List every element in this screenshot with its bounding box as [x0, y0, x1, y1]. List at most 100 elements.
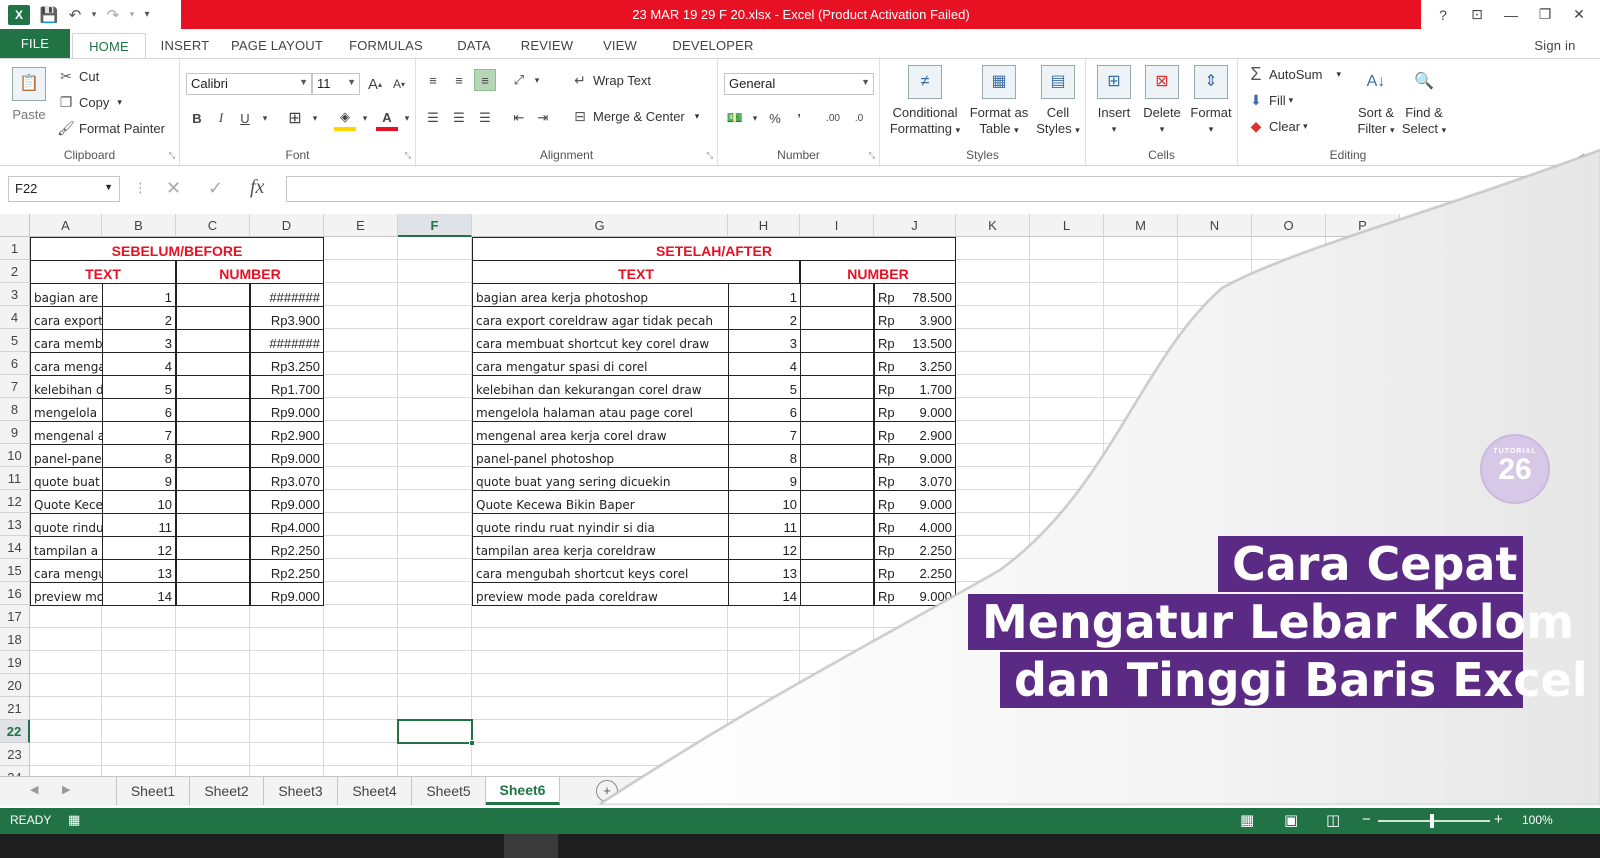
- before-number-cell[interactable]: 4: [102, 352, 176, 376]
- sheet-tab-sheet3[interactable]: Sheet3: [264, 777, 338, 805]
- bold-button[interactable]: B: [186, 107, 208, 129]
- after-blank-cell[interactable]: [800, 582, 874, 606]
- tab-review[interactable]: REVIEW: [512, 33, 582, 58]
- before-number-cell[interactable]: 13: [102, 559, 176, 583]
- select-all-corner[interactable]: [0, 214, 30, 237]
- help-button[interactable]: ?: [1426, 0, 1460, 29]
- insert-function-icon[interactable]: fx: [250, 176, 264, 199]
- after-text-cell[interactable]: tampilan area kerja coreldraw: [472, 536, 729, 560]
- after-text-cell[interactable]: kelebihan dan kekurangan corel draw: [472, 375, 729, 399]
- merge-dropdown-icon[interactable]: ▾: [695, 111, 700, 122]
- after-number-cell[interactable]: 6: [728, 398, 801, 422]
- column-header-b[interactable]: B: [102, 214, 176, 237]
- after-amount-cell[interactable]: Rp 9.000: [874, 490, 956, 514]
- tab-home[interactable]: HOME: [72, 33, 146, 58]
- selected-cell-f22[interactable]: [397, 719, 473, 744]
- before-blank-cell[interactable]: [176, 559, 250, 583]
- before-blank-cell[interactable]: [176, 467, 250, 491]
- after-title[interactable]: SETELAH/AFTER: [472, 237, 956, 261]
- customize-qat-icon[interactable]: ▾: [138, 2, 156, 28]
- after-number-cell[interactable]: 7: [728, 421, 801, 445]
- after-blank-cell[interactable]: [800, 283, 874, 307]
- before-number-cell[interactable]: 12: [102, 536, 176, 560]
- before-number-cell[interactable]: 5: [102, 375, 176, 399]
- after-amount-cell[interactable]: Rp 9.000: [874, 398, 956, 422]
- collapse-ribbon-icon[interactable]: ︿: [1578, 145, 1589, 161]
- borders-icon[interactable]: ⊞: [284, 107, 306, 129]
- after-amount-cell[interactable]: Rp 78.500: [874, 283, 956, 307]
- align-middle-icon[interactable]: ≡: [448, 69, 470, 91]
- underline-button[interactable]: U: [234, 107, 256, 129]
- after-blank-cell[interactable]: [800, 329, 874, 353]
- format-as-table-button[interactable]: ▦ Format as Table ▾: [966, 65, 1032, 138]
- before-blank-cell[interactable]: [176, 582, 250, 606]
- after-amount-cell[interactable]: Rp 2.900: [874, 421, 956, 445]
- minimize-button[interactable]: —: [1494, 0, 1528, 29]
- formula-input[interactable]: [286, 176, 1576, 202]
- before-number-cell[interactable]: 9: [102, 467, 176, 491]
- dialog-launcher-icon[interactable]: ⤡: [405, 151, 411, 161]
- decrease-indent-icon[interactable]: ⇤: [508, 107, 530, 129]
- after-amount-cell[interactable]: Rp 3.900: [874, 306, 956, 330]
- undo-dropdown-icon[interactable]: ▾: [88, 2, 100, 28]
- column-header-f[interactable]: F: [398, 214, 472, 237]
- before-number-cell[interactable]: 14: [102, 582, 176, 606]
- before-text-cell[interactable]: cara menga: [30, 352, 103, 376]
- macro-record-icon[interactable]: ▦: [68, 812, 80, 828]
- sheet-tab-sheet4[interactable]: Sheet4: [338, 777, 412, 805]
- column-header-h[interactable]: H: [728, 214, 800, 237]
- before-blank-cell[interactable]: [176, 513, 250, 537]
- font-color-dropdown-icon[interactable]: ▾: [396, 107, 418, 129]
- after-blank-cell[interactable]: [800, 559, 874, 583]
- row-header-23[interactable]: 23: [0, 743, 30, 766]
- row-header-2[interactable]: 2: [0, 260, 30, 283]
- before-amount-cell[interactable]: Rp2.900: [250, 421, 324, 445]
- row-header-22[interactable]: 22: [0, 720, 30, 743]
- before-blank-cell[interactable]: [176, 283, 250, 307]
- column-header-d[interactable]: D: [250, 214, 324, 237]
- after-number-cell[interactable]: 1: [728, 283, 801, 307]
- delete-cells-button[interactable]: ⊠ Delete ▾: [1138, 65, 1186, 137]
- after-amount-cell[interactable]: Rp 2.250: [874, 536, 956, 560]
- tab-developer[interactable]: DEVELOPER: [660, 33, 766, 58]
- borders-dropdown-icon[interactable]: ▾: [304, 107, 326, 129]
- before-text-cell[interactable]: cara memb: [30, 329, 103, 353]
- merge-center-button[interactable]: ⊟ Merge & Center ▾: [570, 107, 699, 125]
- zoom-out-button[interactable]: −: [1362, 811, 1371, 828]
- after-blank-cell[interactable]: [800, 352, 874, 376]
- before-text-cell[interactable]: mengelola: [30, 398, 103, 422]
- page-layout-view-icon[interactable]: ▣: [1284, 811, 1298, 829]
- column-header-j[interactable]: J: [874, 214, 956, 237]
- after-amount-cell[interactable]: Rp 3.070: [874, 467, 956, 491]
- comma-style-button[interactable]: ’: [788, 107, 810, 129]
- column-header-i[interactable]: I: [800, 214, 874, 237]
- after-text-cell[interactable]: quote rindu ruat nyindir si dia: [472, 513, 729, 537]
- align-right-icon[interactable]: ☰: [474, 107, 496, 129]
- before-blank-cell[interactable]: [176, 398, 250, 422]
- before-number-cell[interactable]: 7: [102, 421, 176, 445]
- font-size-combo[interactable]: 11 ▼: [312, 73, 360, 95]
- insert-cells-button[interactable]: ⊞ Insert ▾: [1090, 65, 1138, 137]
- row-header-5[interactable]: 5: [0, 329, 30, 352]
- undo-icon[interactable]: ↶: [62, 2, 88, 28]
- before-amount-cell[interactable]: Rp4.000: [250, 513, 324, 537]
- after-blank-cell[interactable]: [800, 306, 874, 330]
- tab-view[interactable]: VIEW: [592, 33, 648, 58]
- scroll-left-icon[interactable]: ◀: [30, 783, 38, 796]
- before-text-cell[interactable]: Quote Kece: [30, 490, 103, 514]
- autosum-dropdown-icon[interactable]: ▾: [1336, 69, 1341, 80]
- row-header-14[interactable]: 14: [0, 536, 30, 559]
- fill-handle[interactable]: [469, 740, 475, 746]
- orientation-dropdown-icon[interactable]: ▾: [526, 69, 548, 91]
- sort-filter-button[interactable]: A↓ Sort & Filter ▾: [1352, 65, 1400, 138]
- after-blank-cell[interactable]: [800, 467, 874, 491]
- column-header-l[interactable]: L: [1030, 214, 1104, 237]
- before-amount-cell[interactable]: Rp3.070: [250, 467, 324, 491]
- before-blank-cell[interactable]: [176, 536, 250, 560]
- before-header-number[interactable]: NUMBER: [176, 260, 324, 284]
- close-button[interactable]: ✕: [1562, 0, 1596, 29]
- align-top-icon[interactable]: ≡: [422, 69, 444, 91]
- row-header-16[interactable]: 16: [0, 582, 30, 605]
- after-amount-cell[interactable]: Rp 1.700: [874, 375, 956, 399]
- before-number-cell[interactable]: 1: [102, 283, 176, 307]
